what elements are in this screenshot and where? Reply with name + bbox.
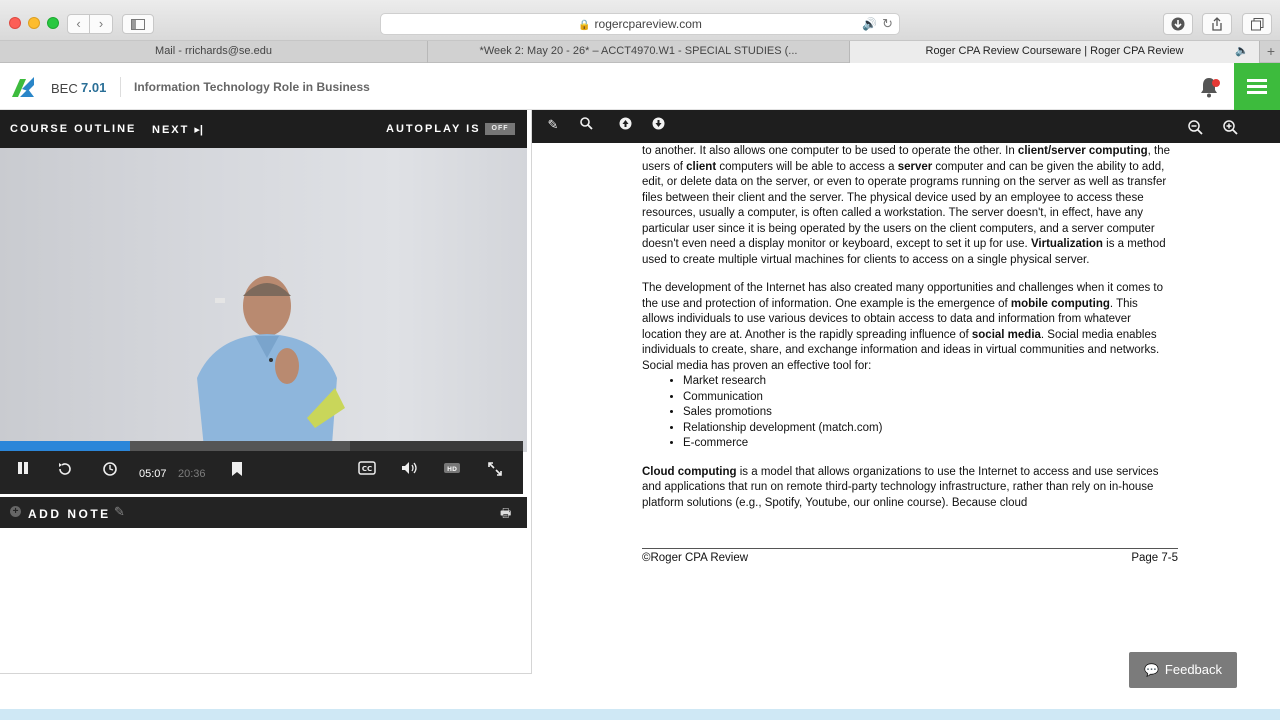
skip-next-icon: ▸| [194, 124, 204, 136]
tab-audio-icon[interactable]: 🔈 [1235, 41, 1249, 62]
new-tab-button[interactable]: + [1262, 41, 1280, 63]
video-panel: COURSE OUTLINE NEXT ▸| AUTOPLAY IS OFF 0… [0, 110, 532, 674]
bookmark-button[interactable] [226, 461, 248, 481]
pause-icon [18, 462, 28, 474]
sidebar-icon [131, 19, 145, 30]
clock-icon [103, 462, 117, 476]
video-player[interactable] [0, 148, 527, 452]
add-note-bar[interactable]: + ADD NOTE ✎ 🖶 [0, 497, 527, 528]
total-time: 20:36 [178, 468, 206, 480]
copyright-text: ©Roger CPA Review [642, 552, 749, 564]
audio-playing-icon[interactable]: 🔊 [862, 14, 877, 34]
url-text: rogercpareview.com [594, 17, 702, 31]
page-up-icon[interactable] [616, 117, 634, 133]
speed-button[interactable] [99, 461, 121, 481]
zoom-out-icon[interactable] [1186, 120, 1204, 138]
tab-roger-courseware[interactable]: Roger CPA Review Courseware | Roger CPA … [850, 41, 1260, 63]
volume-icon [402, 462, 417, 474]
paragraph-client-server: to another. It also allows one computer … [642, 145, 1171, 266]
course-outline-button[interactable]: COURSE OUTLINE [10, 123, 136, 135]
minimize-window-button[interactable] [28, 17, 40, 29]
chat-bubble-icon: 💬 [1143, 663, 1159, 677]
page-footer: ©Roger CPA Review Page 7-5 [642, 548, 1178, 564]
document-page: to another. It also allows one computer … [642, 144, 1172, 524]
main-menu-button[interactable] [1234, 63, 1280, 110]
autoplay-toggle[interactable]: OFF [485, 123, 515, 135]
fullscreen-icon [488, 462, 502, 476]
paragraph-internet: The development of the Internet has also… [642, 282, 1164, 372]
volume-button[interactable] [399, 461, 421, 479]
share-icon [1212, 17, 1222, 31]
closed-captions-icon: CC [358, 461, 376, 475]
video-progress-bar[interactable] [0, 441, 523, 451]
pause-button[interactable] [12, 461, 34, 479]
captions-button[interactable]: CC [356, 461, 378, 479]
roger-logo-icon [12, 77, 34, 97]
page-down-icon[interactable] [649, 117, 667, 133]
bottom-strip [0, 709, 1280, 720]
current-time: 05:07 [139, 468, 167, 480]
tab-strip: Mail - rrichards@se.edu *Week 2: May 20 … [0, 41, 1280, 63]
share-button[interactable] [1202, 13, 1232, 35]
address-bar[interactable]: 🔒 rogercpareview.com 🔊 ↻ [380, 13, 900, 35]
page-number: Page 7-5 [1131, 552, 1178, 564]
page-title: Information Technology Role in Business [134, 80, 370, 94]
chevron-left-icon: ‹ [76, 16, 81, 31]
next-button[interactable]: NEXT ▸| [152, 123, 203, 136]
chevron-right-icon: › [98, 16, 104, 31]
print-icon[interactable]: 🖶 [500, 504, 511, 525]
reload-icon[interactable]: ↻ [882, 14, 893, 34]
zoom-in-icon[interactable] [1221, 120, 1239, 138]
presenter-video-frame [197, 276, 345, 452]
paragraph-cloud-computing: Cloud computing is a model that allows o… [642, 465, 1159, 509]
download-icon [1171, 17, 1185, 31]
header-divider [120, 77, 121, 97]
svg-text:HD: HD [447, 466, 457, 473]
hd-quality-icon: HD [444, 463, 460, 473]
forward-button[interactable]: › [90, 14, 113, 34]
svg-text:CC: CC [362, 465, 372, 473]
back-button[interactable]: ‹ [67, 14, 90, 34]
lock-icon: 🔒 [578, 20, 591, 31]
browser-titlebar: ‹ › 🔒 rogercpareview.com 🔊 ↻ [0, 0, 1280, 41]
search-icon[interactable] [577, 117, 595, 133]
downloads-button[interactable] [1163, 13, 1193, 35]
buffered-segment [130, 441, 350, 451]
notification-badge [1212, 79, 1220, 87]
list-item: Communication [683, 390, 1172, 406]
rewind-icon [59, 463, 71, 475]
list-item: E-commerce [683, 436, 1172, 452]
rewind-button[interactable] [54, 461, 76, 481]
document-toolbar: ✎ [532, 110, 1280, 143]
quality-button[interactable]: HD [441, 461, 463, 479]
progress-played [0, 441, 130, 451]
list-item: Sales promotions [683, 405, 1172, 421]
tab-mail[interactable]: Mail - rrichards@se.edu [0, 41, 428, 63]
fullscreen-button[interactable] [484, 461, 506, 481]
feedback-button[interactable]: 💬 Feedback [1129, 652, 1237, 688]
course-number: 7.01 [81, 80, 107, 95]
tabs-overview-icon [1250, 18, 1263, 31]
show-tabs-button[interactable] [1242, 13, 1272, 35]
annotate-pencil-icon[interactable]: ✎ [544, 117, 562, 133]
tab-course-week[interactable]: *Week 2: May 20 - 26* – ACCT4970.W1 - SP… [428, 41, 850, 63]
app-header: BEC 7.01 Information Technology Role in … [0, 63, 1280, 110]
edit-note-icon: ✎ [114, 504, 125, 519]
video-top-bar: COURSE OUTLINE NEXT ▸| AUTOPLAY IS OFF [0, 110, 527, 148]
list-item: Relationship development (match.com) [683, 421, 1172, 437]
course-code: BEC [51, 81, 78, 96]
video-controls: 05:07 20:36 CC HD [0, 451, 523, 494]
autoplay-label: AUTOPLAY IS [386, 123, 481, 135]
add-circle-icon: + [10, 506, 21, 517]
zoom-window-button[interactable] [47, 17, 59, 29]
close-window-button[interactable] [9, 17, 21, 29]
sidebar-toggle-button[interactable] [122, 14, 154, 34]
hamburger-icon [1247, 79, 1267, 82]
list-item: Market research [683, 374, 1172, 390]
bookmark-icon [232, 462, 242, 476]
social-media-uses-list: Market research Communication Sales prom… [683, 374, 1172, 452]
add-note-label: ADD NOTE [28, 507, 111, 521]
